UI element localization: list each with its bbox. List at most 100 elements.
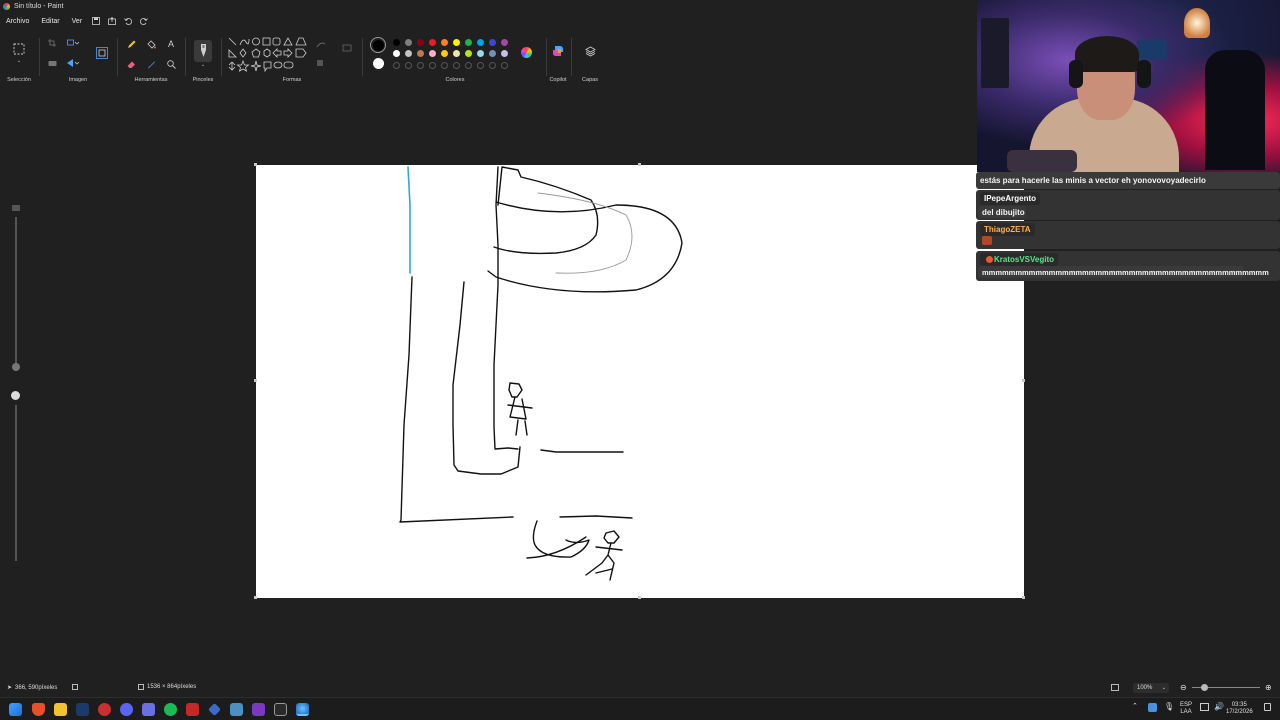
app-icon[interactable] [186, 703, 199, 716]
tray-app-icon[interactable] [1148, 703, 1157, 712]
color-swatch[interactable] [465, 62, 472, 69]
opacity-track[interactable] [15, 405, 17, 561]
image-properties-icon[interactable] [95, 46, 109, 60]
canvas-handle[interactable] [1022, 596, 1025, 599]
color-swatch[interactable] [477, 50, 484, 57]
save-icon[interactable] [88, 14, 104, 28]
canvas-handle[interactable] [1022, 379, 1025, 382]
notifications-icon[interactable] [1264, 703, 1271, 711]
zoom-select[interactable]: 100% ⌄ [1133, 683, 1169, 693]
start-icon[interactable] [9, 703, 22, 716]
chevron-up-icon[interactable]: ⌃ [1132, 703, 1138, 710]
chevron-down-icon[interactable]: ⌄ [199, 62, 207, 68]
flip-icon[interactable] [66, 58, 80, 68]
app-icon[interactable] [142, 703, 155, 716]
menu-edit[interactable]: Editar [35, 18, 65, 25]
discord-icon[interactable] [120, 703, 133, 716]
canvas-handle[interactable] [254, 596, 257, 599]
brave-icon[interactable] [32, 703, 45, 716]
shape-style-icon[interactable] [340, 42, 354, 54]
shapes-gallery[interactable] [227, 36, 313, 72]
color-swatch[interactable] [417, 50, 424, 57]
steam-icon[interactable] [76, 703, 89, 716]
color-swatch[interactable] [393, 50, 400, 57]
microphone-icon[interactable]: 🎙 [1164, 703, 1174, 711]
app-icon[interactable] [274, 703, 287, 716]
file-explorer-icon[interactable] [54, 703, 67, 716]
fill-shape-icon[interactable] [314, 58, 328, 68]
text-icon[interactable]: A [165, 38, 177, 50]
color-swatch[interactable] [429, 62, 436, 69]
color-swatch[interactable] [393, 62, 400, 69]
primary-color[interactable] [370, 37, 386, 53]
language-indicator[interactable]: ESP LAA [1180, 702, 1192, 716]
color-swatch[interactable] [453, 62, 460, 69]
canvas-handle[interactable] [254, 163, 257, 166]
edit-colors-icon[interactable] [519, 45, 533, 59]
app-icon[interactable] [252, 703, 265, 716]
outline-icon[interactable] [314, 40, 328, 50]
brush-icon[interactable] [194, 40, 212, 62]
color-swatch[interactable] [489, 50, 496, 57]
canvas-handle[interactable] [638, 163, 641, 166]
drawing-canvas[interactable] [256, 165, 1024, 598]
color-swatch[interactable] [501, 39, 508, 46]
color-swatch[interactable] [465, 50, 472, 57]
color-swatch[interactable] [441, 39, 448, 46]
clock[interactable]: 03:35 17/2/2026 [1226, 702, 1253, 716]
color-swatch[interactable] [441, 50, 448, 57]
zoom-slider-thumb[interactable] [1201, 684, 1208, 691]
canvas-handle[interactable] [638, 596, 641, 599]
network-icon[interactable] [1200, 703, 1209, 711]
share-icon[interactable] [104, 14, 120, 28]
menu-view[interactable]: Ver [66, 18, 89, 25]
color-swatch[interactable] [501, 50, 508, 57]
copilot-icon[interactable] [551, 44, 565, 58]
color-swatch[interactable] [477, 62, 484, 69]
zoom-in-icon[interactable]: ⊕ [1265, 683, 1272, 692]
color-swatch[interactable] [441, 62, 448, 69]
brush-size-slider[interactable] [11, 205, 21, 565]
color-swatch[interactable] [453, 50, 460, 57]
color-swatch[interactable] [417, 62, 424, 69]
color-picker-icon[interactable] [145, 58, 157, 70]
color-swatch[interactable] [405, 62, 412, 69]
crop-icon[interactable] [47, 38, 57, 48]
color-swatch[interactable] [477, 39, 484, 46]
secondary-color[interactable] [372, 57, 385, 70]
eraser-icon[interactable] [125, 58, 137, 70]
color-swatch[interactable] [489, 39, 496, 46]
volume-icon[interactable]: 🔊 [1214, 703, 1224, 711]
menu-file[interactable]: Archivo [0, 18, 35, 25]
color-swatch[interactable] [429, 50, 436, 57]
chrome-icon[interactable] [98, 703, 111, 716]
color-swatch[interactable] [489, 62, 496, 69]
selection-rect-icon[interactable] [12, 42, 26, 56]
fill-icon[interactable] [145, 38, 157, 50]
layers-icon[interactable] [583, 44, 597, 58]
pencil-icon[interactable] [125, 38, 137, 50]
canvas-handle[interactable] [254, 379, 257, 382]
spotify-icon[interactable] [164, 703, 177, 716]
color-swatch[interactable] [453, 39, 460, 46]
app-icon[interactable] [208, 703, 221, 716]
undo-icon[interactable] [120, 14, 136, 28]
color-swatch[interactable] [393, 39, 400, 46]
color-swatch[interactable] [405, 50, 412, 57]
paint-taskbar-icon[interactable] [296, 703, 309, 716]
chevron-down-icon[interactable]: ⌄ [15, 58, 23, 64]
slider-thumb[interactable] [12, 363, 20, 371]
fit-to-window-icon[interactable] [1111, 684, 1119, 691]
color-swatch[interactable] [405, 39, 412, 46]
resize-icon[interactable] [66, 38, 80, 48]
color-swatch[interactable] [429, 39, 436, 46]
app-icon[interactable] [230, 703, 243, 716]
color-swatch[interactable] [465, 39, 472, 46]
zoom-out-icon[interactable]: ⊖ [1180, 683, 1187, 692]
magnifier-icon[interactable] [165, 58, 177, 70]
redo-icon[interactable] [136, 14, 152, 28]
color-swatch[interactable] [417, 39, 424, 46]
rotate-icon[interactable] [47, 58, 57, 68]
slider-track[interactable] [15, 217, 17, 365]
color-swatch[interactable] [501, 62, 508, 69]
